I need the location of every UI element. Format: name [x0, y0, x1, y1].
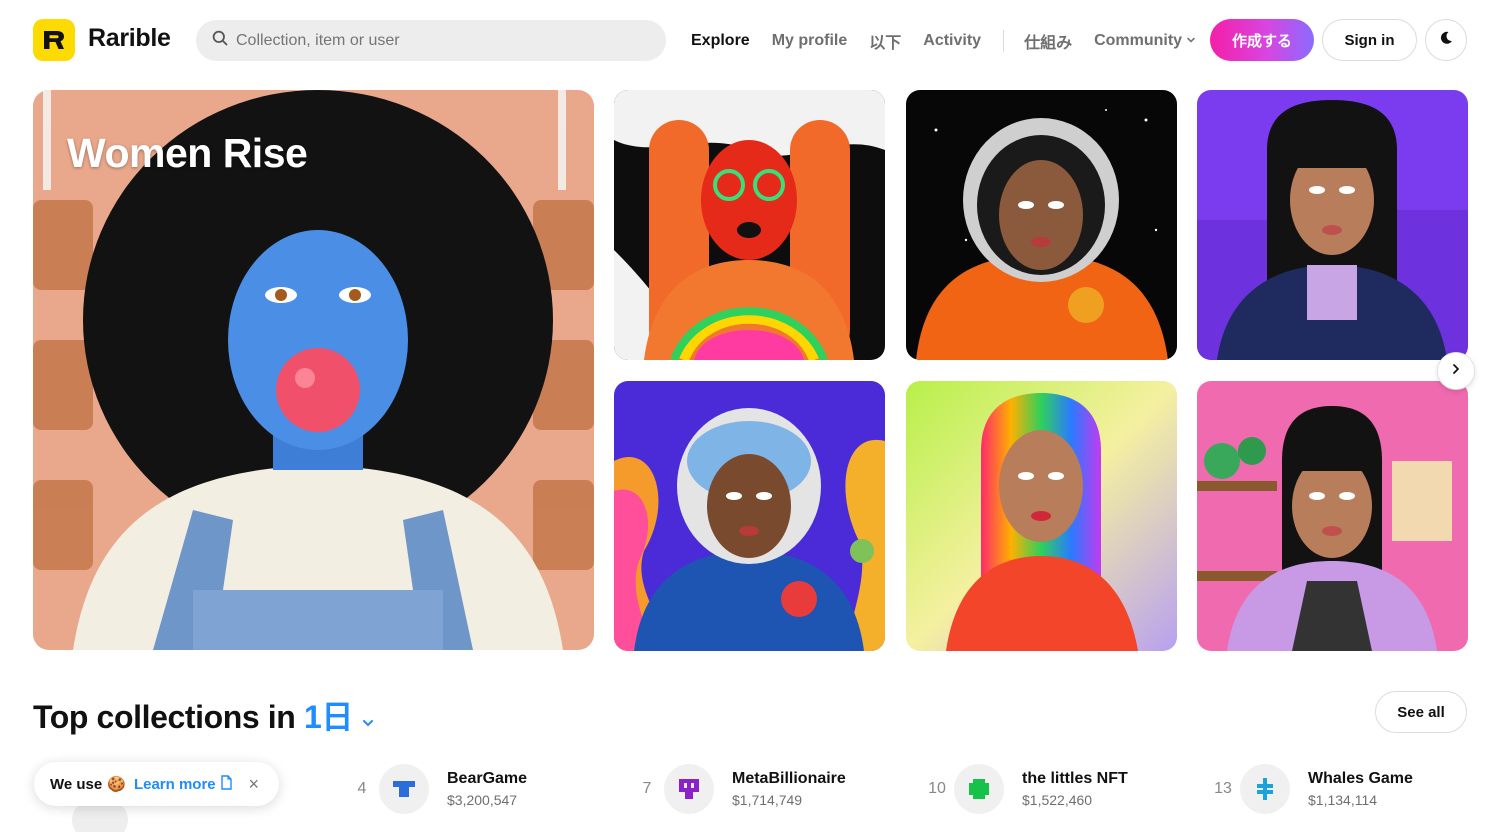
collection-rank: 7	[642, 780, 652, 797]
create-button[interactable]: 作成する	[1210, 19, 1314, 61]
gallery-tile[interactable]	[614, 381, 885, 651]
collection-name: BearGame	[447, 770, 528, 787]
collection-rank: 4	[357, 780, 367, 797]
nav-community[interactable]: Community	[1094, 32, 1196, 50]
collection-avatar	[954, 764, 1004, 814]
collection-rank: 13	[1214, 780, 1232, 797]
plants-room-woman-artwork	[1197, 381, 1468, 651]
collection-volume: $1,134,114	[1308, 792, 1378, 808]
collection-volume: $1,714,749	[732, 792, 803, 808]
red-haired-woman-artwork	[614, 90, 885, 360]
hero-title: Women Rise	[67, 130, 308, 176]
search-input[interactable]	[236, 31, 636, 50]
nav-divider	[1003, 30, 1005, 52]
search-bar[interactable]	[196, 20, 666, 61]
gallery-tile[interactable]	[1197, 90, 1468, 360]
gallery-tile[interactable]	[614, 90, 885, 360]
nav-how-it-works[interactable]: 仕組み	[1024, 29, 1072, 53]
carousel-next-button[interactable]	[1437, 352, 1475, 390]
top-collections-heading: Top collections in 1日	[33, 692, 375, 738]
whales-game-icon	[1257, 778, 1273, 800]
chevron-down-icon[interactable]	[361, 701, 375, 738]
astronaut-orange-suit-artwork	[906, 90, 1177, 360]
search-icon	[212, 30, 228, 51]
nav-community-label: Community	[1094, 32, 1183, 50]
purple-jacket-woman-artwork	[1197, 90, 1468, 360]
nav-activity[interactable]: Activity	[923, 32, 981, 50]
collection-name: MetaBillionaire	[732, 770, 846, 787]
rarible-logo-icon[interactable]	[33, 19, 75, 61]
chevron-down-icon	[1186, 32, 1196, 50]
the-littles-icon	[969, 779, 989, 799]
gallery-tile[interactable]	[906, 90, 1177, 360]
rainbow-hair-woman-artwork	[906, 381, 1177, 651]
moon-icon	[1438, 30, 1454, 51]
see-all-button[interactable]: See all	[1375, 691, 1467, 733]
main-nav: Explore My profile 以下 Activity 仕組み Commu…	[691, 29, 1218, 53]
collection-avatar	[379, 764, 429, 814]
period-selector[interactable]: 1日	[304, 699, 353, 735]
sign-in-button[interactable]: Sign in	[1322, 19, 1417, 61]
document-icon	[220, 774, 233, 794]
brand-name[interactable]: Rarible	[88, 24, 171, 53]
learn-more-link[interactable]: Learn more	[134, 776, 216, 793]
nav-explore[interactable]: Explore	[691, 32, 750, 50]
cookie-icon: 🍪	[107, 776, 126, 793]
collection-avatar	[1240, 764, 1290, 814]
metabillionaire-icon	[679, 779, 699, 799]
collection-avatar	[664, 764, 714, 814]
gallery-tile[interactable]	[906, 381, 1177, 651]
nav-my-profile[interactable]: My profile	[772, 32, 848, 50]
hero-banner[interactable]: Women Rise	[33, 90, 594, 650]
collection-name: the littles NFT	[1022, 770, 1128, 787]
collection-volume: $1,522,460	[1022, 792, 1093, 808]
cookie-banner: We use 🍪 Learn more ×	[34, 762, 279, 806]
nav-following[interactable]: 以下	[869, 29, 901, 53]
chevron-right-icon	[1450, 362, 1462, 380]
top-nav-bar: Rarible Explore My profile 以下 Activity 仕…	[0, 0, 1500, 82]
collection-volume: $3,200,547	[447, 792, 518, 808]
theme-toggle-button[interactable]	[1425, 19, 1467, 61]
gallery-tile[interactable]	[1197, 381, 1468, 651]
collection-name: Whales Game	[1308, 770, 1413, 787]
top-collections-title: Top collections in	[33, 699, 304, 735]
close-icon[interactable]: ×	[248, 774, 259, 795]
collection-rank: 10	[928, 780, 946, 797]
cookie-text: We use	[50, 775, 103, 793]
astronaut-blue-suit-artwork	[614, 381, 885, 651]
beargame-icon	[393, 781, 415, 797]
